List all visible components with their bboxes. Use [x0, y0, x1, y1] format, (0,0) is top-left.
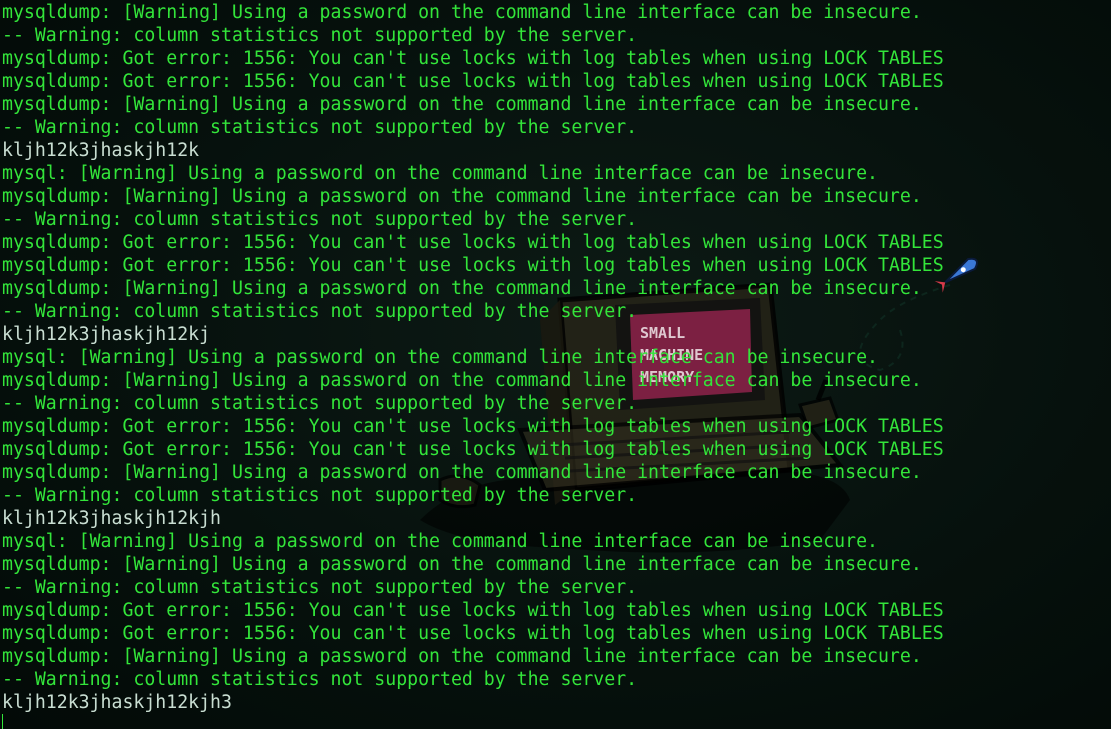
terminal-line: -- Warning: column statistics not suppor… — [2, 301, 638, 322]
terminal-line: mysqldump: Got error: 1556: You can't us… — [2, 232, 944, 253]
terminal-line: mysqldump: [Warning] Using a password on… — [2, 94, 922, 115]
terminal-line: mysqldump: [Warning] Using a password on… — [2, 278, 922, 299]
terminal-window[interactable]: SMALL MACHINE MEMORY mysqldump: [Warning… — [0, 0, 1111, 729]
terminal-line: mysqldump: Got error: 1556: You can't us… — [2, 600, 944, 621]
terminal-line: kljh12k3jhaskjh12kjh3 — [2, 692, 232, 713]
terminal-line: mysqldump: [Warning] Using a password on… — [2, 554, 922, 575]
terminal-line: mysqldump: Got error: 1556: You can't us… — [2, 71, 944, 92]
terminal-line: mysqldump: Got error: 1556: You can't us… — [2, 416, 944, 437]
terminal-line: mysqldump: [Warning] Using a password on… — [2, 186, 922, 207]
terminal-line: mysql: [Warning] Using a password on the… — [2, 347, 878, 368]
terminal-line: mysql: [Warning] Using a password on the… — [2, 531, 878, 552]
terminal-line: mysqldump: [Warning] Using a password on… — [2, 2, 922, 23]
terminal-line: -- Warning: column statistics not suppor… — [2, 485, 638, 506]
terminal-output: mysqldump: [Warning] Using a password on… — [2, 1, 944, 714]
text-cursor — [2, 714, 3, 729]
terminal-line: mysqldump: [Warning] Using a password on… — [2, 462, 922, 483]
terminal-line: -- Warning: column statistics not suppor… — [2, 117, 638, 138]
terminal-line: -- Warning: column statistics not suppor… — [2, 577, 638, 598]
terminal-line: kljh12k3jhaskjh12k — [2, 140, 200, 161]
terminal-line: -- Warning: column statistics not suppor… — [2, 25, 638, 46]
terminal-line: mysqldump: Got error: 1556: You can't us… — [2, 623, 944, 644]
terminal-line: -- Warning: column statistics not suppor… — [2, 393, 638, 414]
terminal-line: mysqldump: [Warning] Using a password on… — [2, 646, 922, 667]
terminal-line: -- Warning: column statistics not suppor… — [2, 209, 638, 230]
terminal-line: mysqldump: [Warning] Using a password on… — [2, 370, 922, 391]
terminal-line: mysqldump: Got error: 1556: You can't us… — [2, 48, 944, 69]
terminal-line: mysqldump: Got error: 1556: You can't us… — [2, 439, 944, 460]
terminal-line: -- Warning: column statistics not suppor… — [2, 669, 638, 690]
terminal-line: kljh12k3jhaskjh12kj — [2, 324, 211, 345]
terminal-line: mysql: [Warning] Using a password on the… — [2, 163, 878, 184]
terminal-line: mysqldump: Got error: 1556: You can't us… — [2, 255, 944, 276]
terminal-line: kljh12k3jhaskjh12kjh — [2, 508, 221, 529]
